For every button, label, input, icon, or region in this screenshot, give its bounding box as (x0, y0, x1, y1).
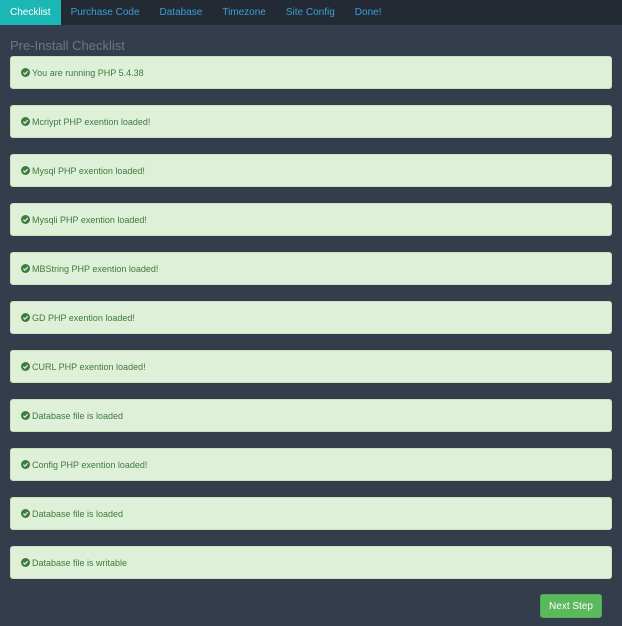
install-steps-nav: Checklist Purchase Code Database Timezon… (0, 0, 622, 25)
check-circle-icon (21, 362, 30, 371)
check-item-label: Mcriypt PHP exention loaded! (32, 116, 151, 127)
check-item-database-writable: Database file is writable (10, 546, 612, 579)
check-item-config: Config PHP exention loaded! (10, 448, 612, 481)
page-title: Pre-Install Checklist (10, 38, 125, 53)
check-item-mysqli: Mysqli PHP exention loaded! (10, 203, 612, 236)
check-item-php-version: You are running PHP 5.4.38 (10, 56, 612, 89)
tab-done[interactable]: Done! (345, 0, 392, 25)
tab-timezone[interactable]: Timezone (212, 0, 276, 25)
check-item-curl: CURL PHP exention loaded! (10, 350, 612, 383)
check-item-label: Config PHP exention loaded! (32, 459, 148, 470)
check-item-gd: GD PHP exention loaded! (10, 301, 612, 334)
check-item-label: GD PHP exention loaded! (32, 312, 135, 323)
check-item-mbstring: MBString PHP exention loaded! (10, 252, 612, 285)
check-item-mcrypt: Mcriypt PHP exention loaded! (10, 105, 612, 138)
tab-site-config[interactable]: Site Config (276, 0, 345, 25)
check-circle-icon (21, 166, 30, 175)
tab-database[interactable]: Database (150, 0, 213, 25)
tab-purchase-code[interactable]: Purchase Code (61, 0, 150, 25)
check-item-mysql: Mysql PHP exention loaded! (10, 154, 612, 187)
check-circle-icon (21, 558, 30, 567)
check-item-label: Database file is loaded (32, 410, 124, 421)
check-item-database-loaded-2: Database file is loaded (10, 497, 612, 530)
check-circle-icon (21, 264, 30, 273)
check-circle-icon (21, 411, 30, 420)
check-item-database-loaded: Database file is loaded (10, 399, 612, 432)
checklist: You are running PHP 5.4.38 Mcriypt PHP e… (10, 56, 612, 595)
check-item-label: Database file is writable (32, 557, 128, 568)
check-item-label: Database file is loaded (32, 508, 124, 519)
check-item-label: Mysql PHP exention loaded! (32, 165, 145, 176)
check-circle-icon (21, 460, 30, 469)
check-item-label: CURL PHP exention loaded! (32, 361, 146, 372)
check-item-label: You are running PHP 5.4.38 (32, 67, 144, 78)
check-item-label: Mysqli PHP exention loaded! (32, 214, 147, 225)
check-circle-icon (21, 117, 30, 126)
check-circle-icon (21, 313, 30, 322)
tab-checklist[interactable]: Checklist (0, 0, 61, 25)
check-circle-icon (21, 215, 30, 224)
check-item-label: MBString PHP exention loaded! (32, 263, 159, 274)
check-circle-icon (21, 68, 30, 77)
next-step-button[interactable]: Next Step (540, 594, 602, 618)
check-circle-icon (21, 509, 30, 518)
